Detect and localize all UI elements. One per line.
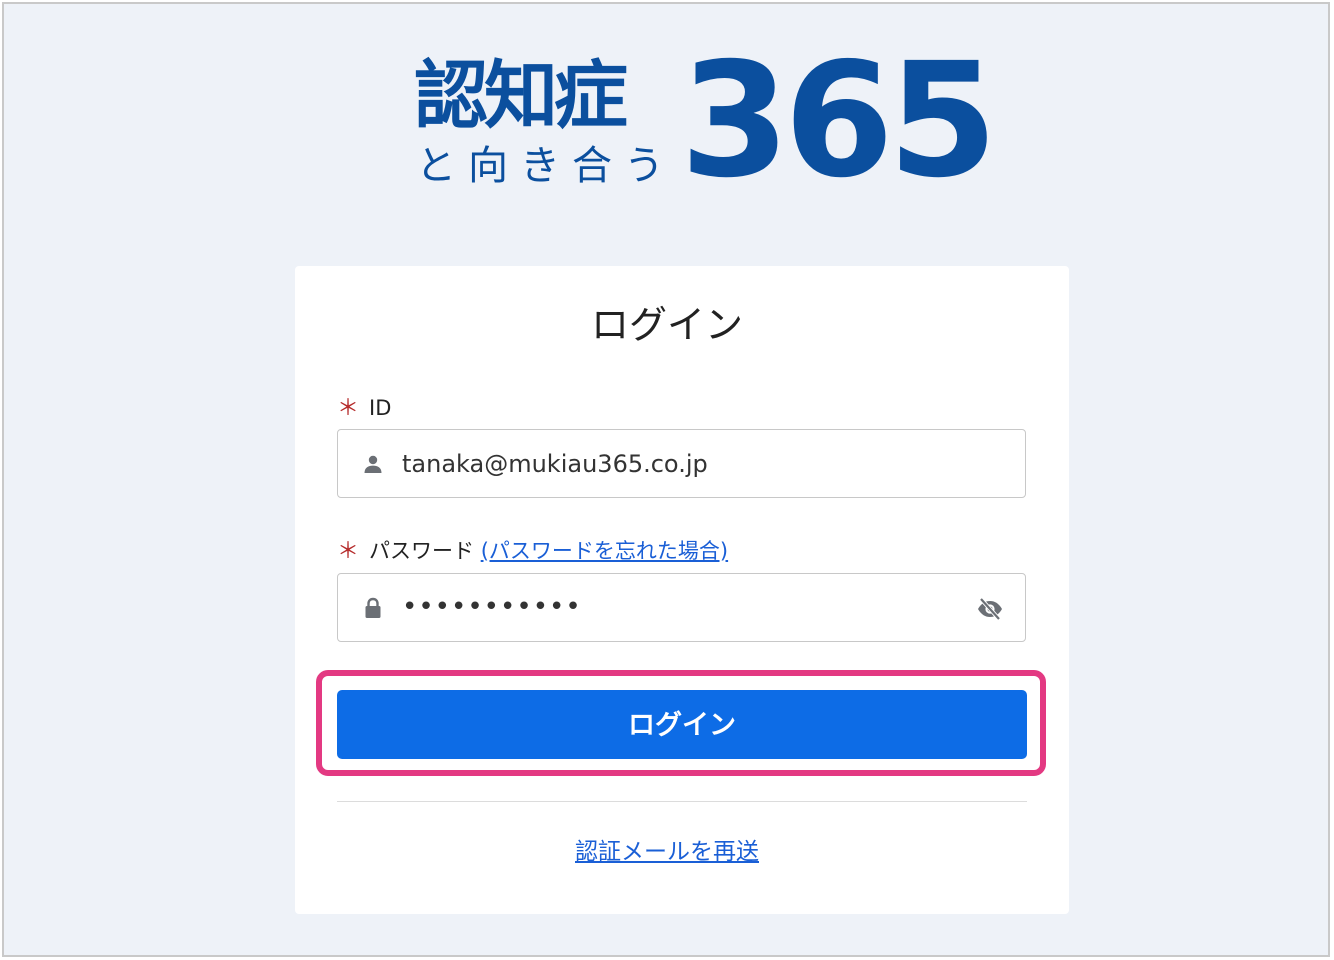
password-value: •••••••••••: [402, 592, 582, 622]
required-mark: ＊: [337, 396, 360, 421]
brand-logo: 認知症 と向き合う 365: [414, 42, 998, 200]
resend-verification-link[interactable]: 認証メールを再送: [575, 839, 759, 865]
lock-icon: [361, 596, 385, 620]
login-button[interactable]: ログイン: [337, 690, 1027, 759]
id-label-text: ID: [369, 396, 392, 420]
divider: [337, 801, 1027, 802]
resend-row: 認証メールを再送: [0, 836, 1334, 868]
logo-number: 365: [680, 29, 998, 213]
eye-off-icon[interactable]: [976, 596, 1004, 622]
password-field[interactable]: •••••••••••: [337, 573, 1026, 642]
logo-subtitle: と向き合う: [416, 143, 676, 189]
password-label-text: パスワード: [369, 539, 475, 563]
id-field[interactable]: tanaka@mukiau365.co.jp: [337, 429, 1026, 498]
forgot-password-link[interactable]: (パスワードを忘れた場合): [481, 539, 728, 563]
required-mark: ＊: [337, 539, 360, 564]
logo-kanji: 認知症: [414, 53, 628, 139]
page-title: ログイン: [590, 303, 743, 347]
person-icon: [361, 452, 385, 476]
id-value: tanaka@mukiau365.co.jp: [402, 450, 708, 478]
id-label: ＊ ID: [337, 394, 391, 423]
password-label: ＊ パスワード (パスワードを忘れた場合): [337, 537, 728, 566]
